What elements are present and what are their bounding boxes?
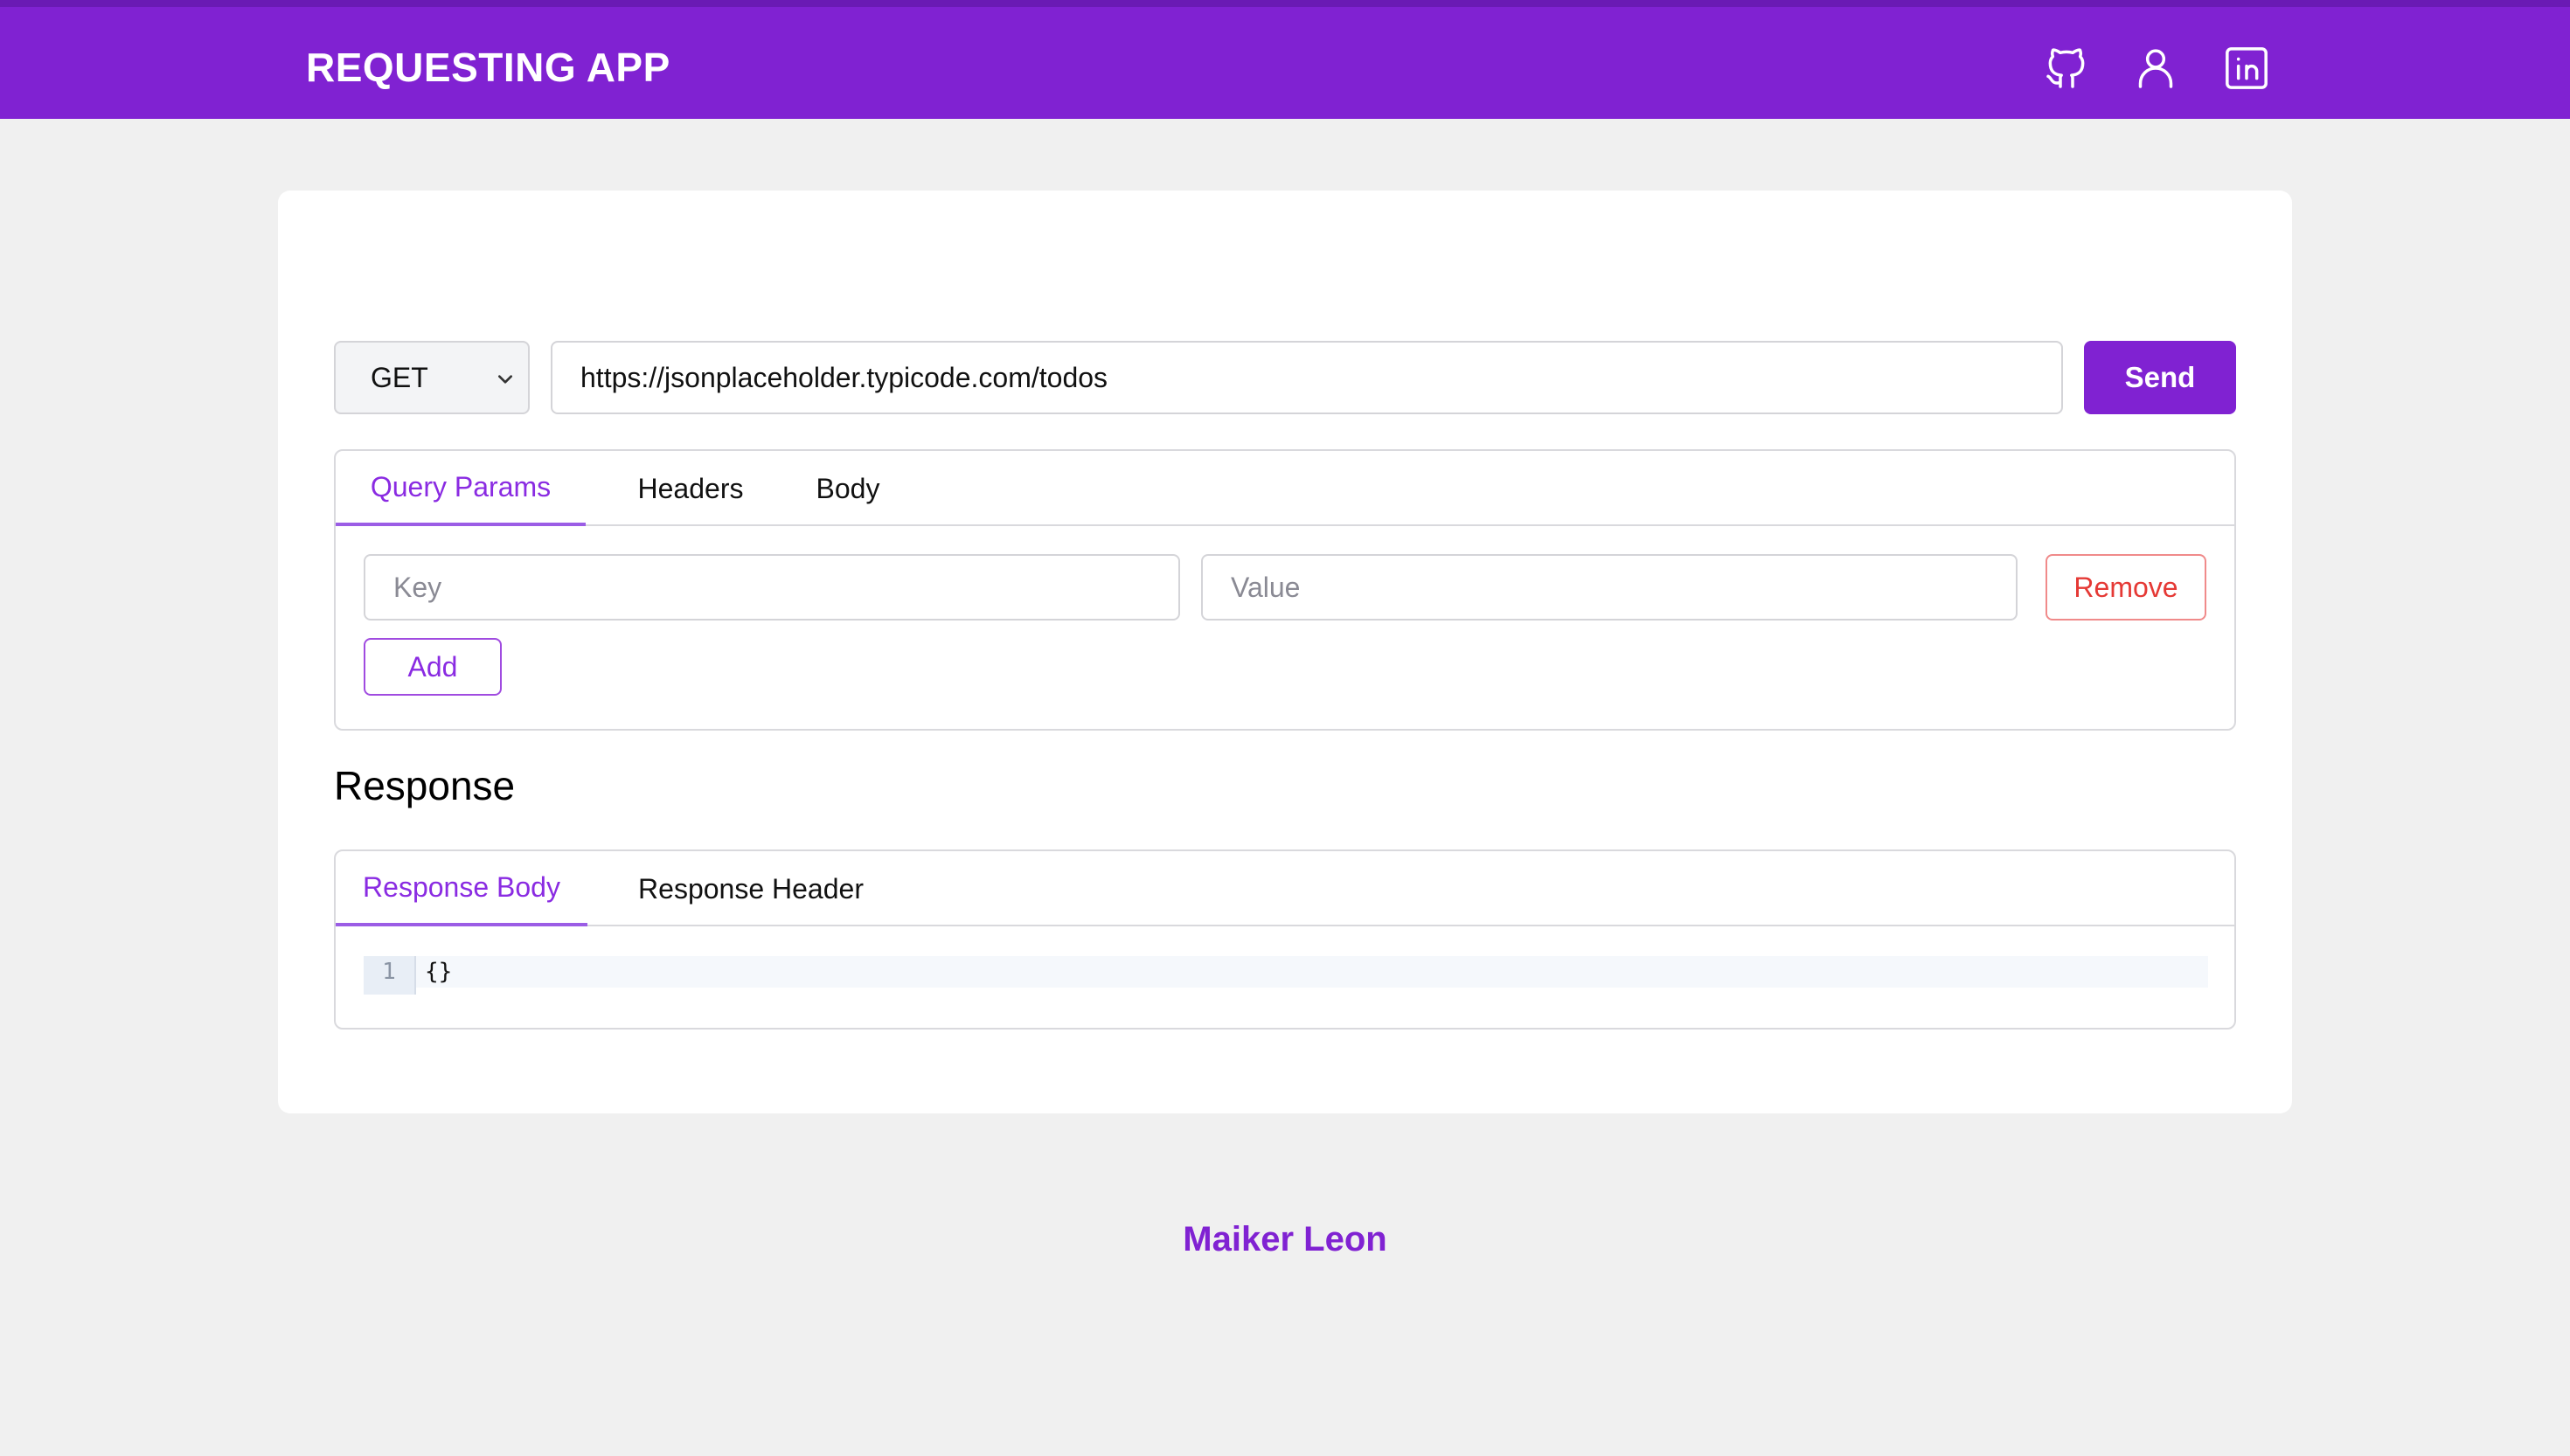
param-key-input[interactable] [364,554,1180,621]
app-title: REQUESTING APP [306,45,670,90]
response-panel: Response Body Response Header 1 {} [334,849,2236,1030]
add-param-button[interactable]: Add [364,638,502,696]
remove-param-button[interactable]: Remove [2046,554,2206,621]
send-button[interactable]: Send [2084,341,2236,414]
method-value: GET [371,361,428,393]
chevron-down-icon [498,375,512,384]
tab-headers[interactable]: Headers [621,451,761,526]
top-navbar: REQUESTING APP [0,0,2570,119]
user-icon[interactable] [2129,42,2182,94]
github-icon[interactable] [2040,42,2093,94]
line-number: 1 [364,956,416,995]
request-tabs: Query Params Headers Body [336,451,2234,526]
response-tabs: Response Body Response Header [336,851,2234,926]
response-body-editor[interactable]: 1 {} [364,956,2208,995]
footer-author-link[interactable]: Maiker Leon [0,1220,2570,1259]
response-body-code: {} [425,959,453,985]
url-input[interactable] [551,341,2063,414]
tab-query-params[interactable]: Query Params [336,451,586,526]
tab-response-header[interactable]: Response Header [624,851,878,926]
method-select[interactable]: GET [334,341,530,414]
request-options-panel: Query Params Headers Body Add [334,449,2236,731]
tab-body[interactable]: Body [790,451,906,526]
linkedin-icon[interactable] [2220,42,2273,94]
param-value-input[interactable] [1201,554,2018,621]
response-heading: Response [334,763,516,808]
tab-response-body[interactable]: Response Body [336,851,587,926]
